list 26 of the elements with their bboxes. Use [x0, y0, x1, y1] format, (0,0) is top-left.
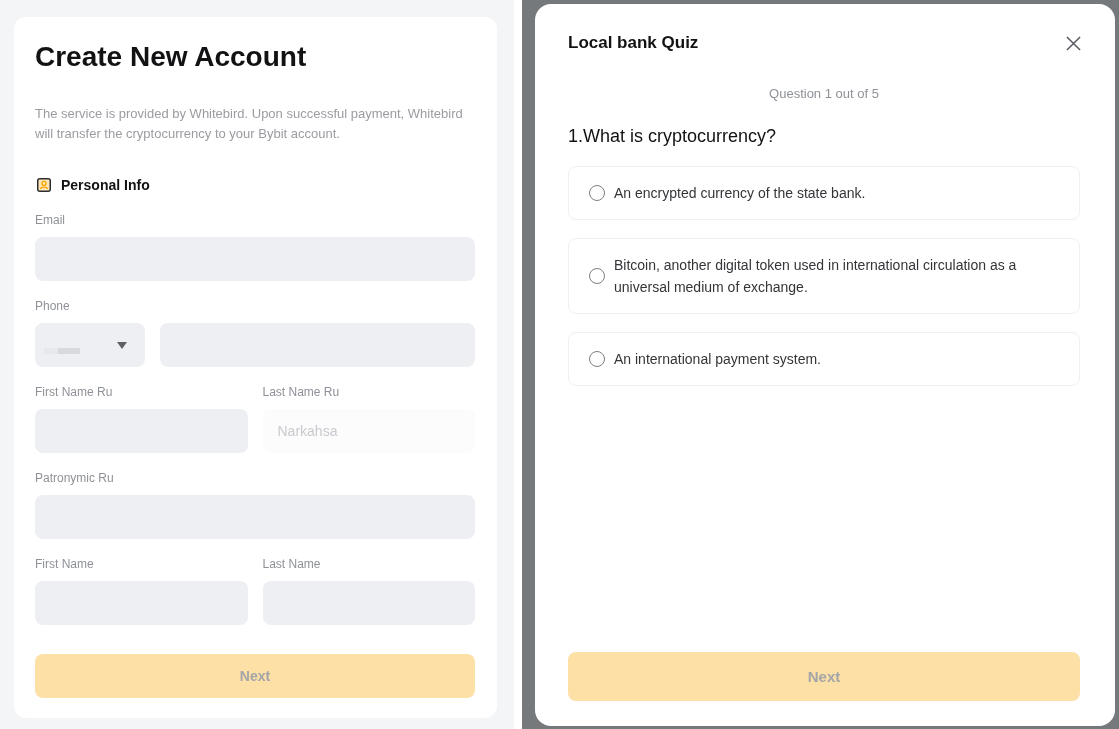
option-text: Bitcoin, another digital token used in international circulation as a universal medium of exchange.	[614, 256, 1018, 297]
page-title: Create New Account	[35, 40, 308, 74]
option-text: An encrypted currency of the state bank.	[614, 184, 866, 203]
service-description: The service is provided by Whitebird. Upon successful payment, Whitebird will transfer the cryptocurrency to your Bybit account.	[35, 105, 464, 143]
field-label: Phone	[35, 298, 70, 314]
country-code-select[interactable]	[35, 323, 145, 367]
section-title: Personal Info	[61, 176, 150, 195]
question-text: 1.What is cryptocurrency?	[568, 125, 777, 148]
radio-button[interactable]	[589, 351, 605, 367]
radio-button[interactable]	[589, 185, 605, 201]
radio-button[interactable]	[589, 268, 605, 284]
answer-option[interactable]: An international payment system.	[568, 332, 1080, 386]
option-text: An international payment system.	[614, 350, 821, 369]
field-label: First Name	[35, 556, 94, 572]
close-icon[interactable]	[1066, 35, 1081, 51]
field-label: First Name Ru	[35, 384, 113, 400]
answer-option[interactable]: An encrypted currency of the state bank.	[568, 166, 1080, 220]
dialog-title: Local bank Quiz	[568, 32, 699, 54]
question-counter: Question 1 out of 5	[769, 85, 879, 103]
person-badge-icon	[37, 178, 51, 192]
answer-option[interactable]: Bitcoin, another digital token used in international circulation as a universal medium of exchange.	[568, 238, 1080, 314]
field-label: Email	[35, 212, 65, 228]
field-label: Patronymic Ru	[35, 470, 114, 486]
field-label: Last Name Ru	[262, 384, 340, 400]
field-label: Last Name	[262, 556, 321, 572]
caret-down-icon	[117, 341, 127, 349]
